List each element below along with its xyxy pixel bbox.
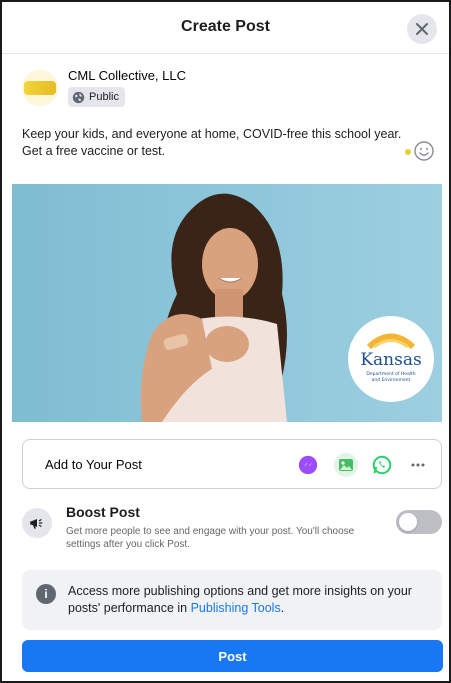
message-line: Keep your kids, and everyone at home, CO…: [22, 127, 402, 141]
avatar-logo: [24, 81, 56, 95]
author-block: CML Collective, LLC Public: [22, 66, 322, 110]
add-to-post-bar: Add to Your Post: [22, 439, 442, 489]
dialog-title: Create Post: [181, 18, 270, 35]
info-text: Access more publishing options and get m…: [68, 583, 428, 617]
boost-toggle[interactable]: [396, 510, 442, 534]
create-post-dialog: Create Post CML Collective, LLC Public K…: [0, 0, 451, 683]
close-icon: [416, 23, 428, 35]
whatsapp-button[interactable]: [370, 453, 394, 477]
logo-subtext: Department of Health: [366, 371, 415, 377]
info-suffix: .: [280, 601, 285, 615]
logo-text: Kansas: [360, 350, 421, 370]
dialog-header: Create Post: [2, 2, 449, 54]
publishing-tools-info: i Access more publishing options and get…: [22, 570, 442, 630]
author-name: CML Collective, LLC: [68, 68, 187, 83]
audience-selector[interactable]: Public: [68, 87, 125, 107]
boost-title: Boost Post: [66, 504, 140, 520]
smiley-icon: [414, 141, 434, 161]
photo-icon: [334, 453, 358, 477]
logo-subtext: and Environment: [372, 377, 411, 383]
info-icon: i: [36, 584, 56, 604]
boost-description: Get more people to see and engage with y…: [66, 526, 355, 550]
post-message[interactable]: Keep your kids, and everyone at home, CO…: [22, 126, 432, 160]
globe-icon: [72, 91, 85, 103]
post-image: Kansas Department of Health and Environm…: [12, 184, 442, 422]
more-icon: [411, 463, 425, 467]
text-background-icon[interactable]: [405, 149, 411, 155]
toggle-knob: [399, 513, 417, 531]
more-options-button[interactable]: [406, 453, 430, 477]
message-line: Get a free vaccine or test.: [22, 144, 166, 158]
audience-label: Public: [89, 91, 119, 103]
emoji-button[interactable]: [413, 140, 435, 162]
messenger-button[interactable]: [296, 453, 320, 477]
whatsapp-icon: [372, 455, 392, 475]
add-to-post-label: Add to Your Post: [45, 457, 142, 472]
photo-video-button[interactable]: [334, 453, 358, 477]
messenger-icon: [298, 455, 318, 475]
avatar: [22, 70, 58, 106]
close-button[interactable]: [407, 14, 437, 44]
post-button[interactable]: Post: [22, 640, 443, 672]
publishing-tools-link[interactable]: Publishing Tools: [191, 601, 281, 615]
boost-post-section: Boost Post Get more people to see and en…: [22, 504, 442, 556]
megaphone-icon: [22, 508, 52, 538]
